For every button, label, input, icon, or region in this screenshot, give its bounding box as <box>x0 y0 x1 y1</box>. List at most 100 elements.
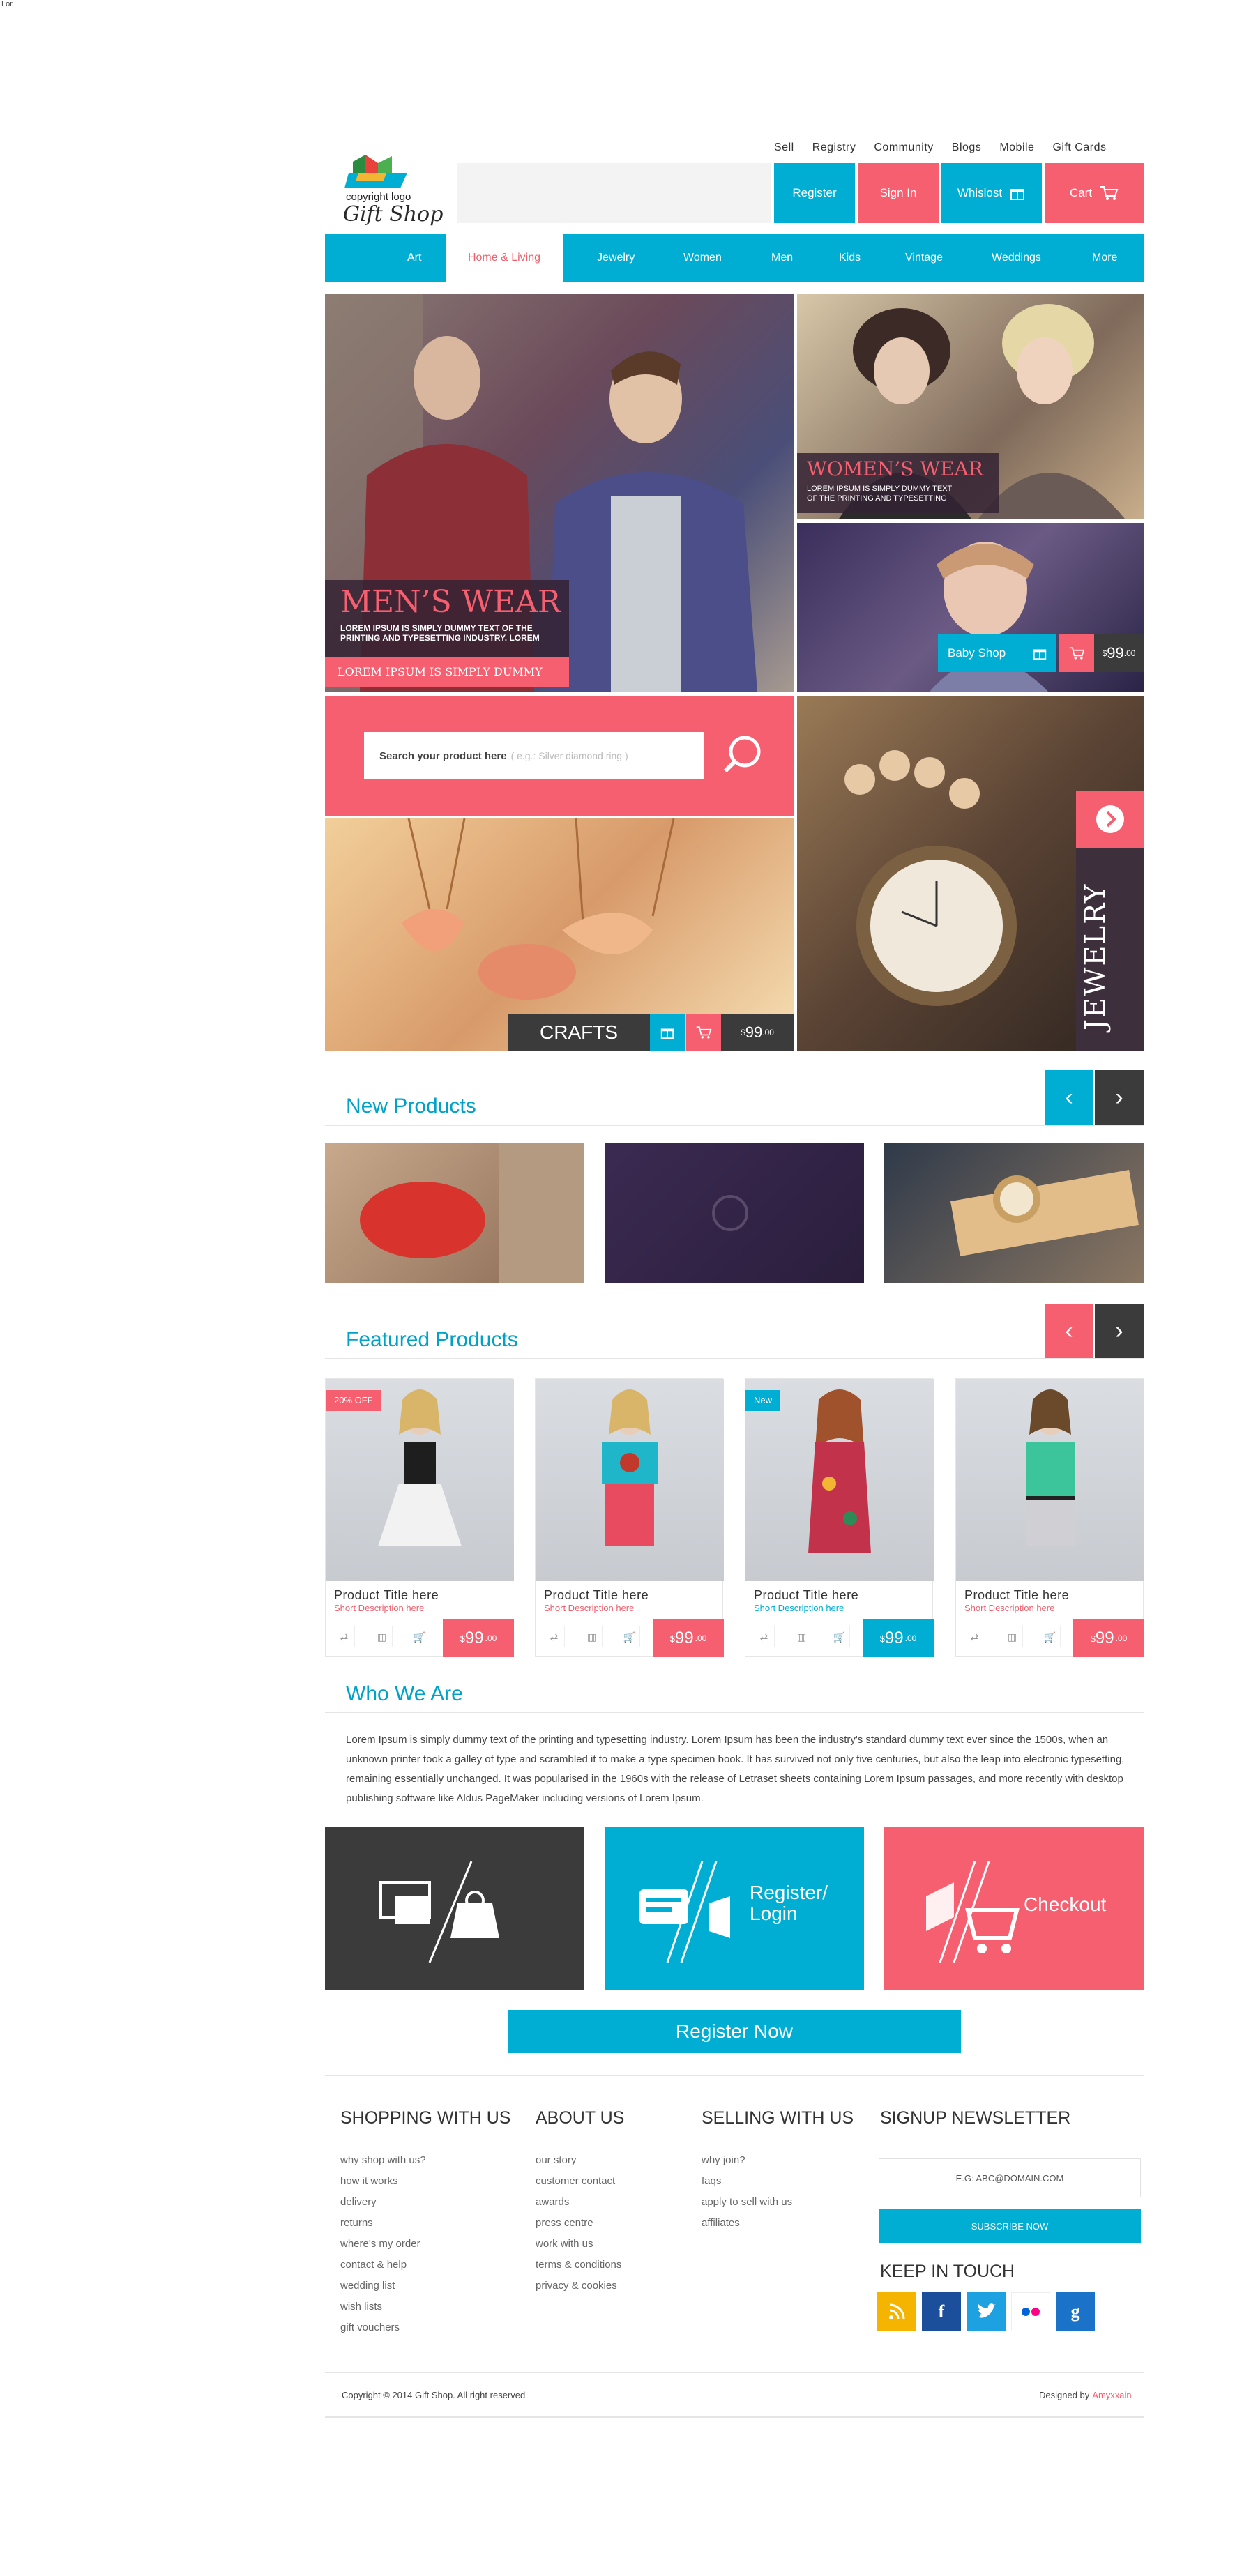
footer-link[interactable]: wish lists <box>340 2301 426 2322</box>
compare-icon[interactable]: ⇄ <box>544 1626 565 1647</box>
new-badge: New <box>745 1390 781 1411</box>
product-card[interactable]: 20% OFF Product Title here Short Descrip… <box>325 1378 514 1657</box>
product-card[interactable]: New Product Title here Short Description… <box>745 1378 934 1657</box>
nav-home-living[interactable]: Home & Living <box>446 234 563 282</box>
product-actions: ⇄ ▥ 🛒 $99.00 <box>745 1619 934 1657</box>
footer-link[interactable]: how it works <box>340 2175 426 2196</box>
cart-icon[interactable]: 🛒 <box>409 1626 430 1647</box>
product-photo <box>956 1379 1144 1581</box>
baby-shop-banner[interactable]: Baby Shop $99.00 <box>797 523 1144 692</box>
cart-icon[interactable]: 🛒 <box>619 1626 640 1647</box>
google-icon[interactable]: g <box>1056 2292 1095 2331</box>
top-link-community[interactable]: Community <box>874 142 933 154</box>
top-link-sell[interactable]: Sell <box>774 142 794 154</box>
designer-link[interactable]: Amyxxain <box>1092 2390 1131 2400</box>
nav-weddings[interactable]: Weddings <box>992 234 1041 282</box>
footer-link[interactable]: work with us <box>536 2238 621 2259</box>
footer-link[interactable]: returns <box>340 2217 426 2238</box>
footer-link[interactable]: awards <box>536 2196 621 2217</box>
footer-link[interactable]: wedding list <box>340 2280 426 2301</box>
cart-button[interactable]: Cart <box>1045 163 1144 223</box>
main-nav: Art Home & Living Jewelry Women Men Kids… <box>325 234 1144 282</box>
nav-more[interactable]: More <box>1092 234 1117 282</box>
register-login-tile[interactable]: Register/ Login <box>605 1827 864 1990</box>
register-button[interactable]: Register <box>774 163 855 223</box>
flickr-icon[interactable] <box>1011 2292 1050 2331</box>
nav-vintage[interactable]: Vintage <box>905 234 943 282</box>
featured-next-button[interactable]: › <box>1095 1304 1144 1358</box>
register-now-button[interactable]: Register Now <box>508 2010 961 2053</box>
compare-icon[interactable]: ⇄ <box>964 1626 985 1647</box>
gift-shop-tile[interactable] <box>325 1827 584 1990</box>
crafts-gift-button[interactable] <box>650 1014 685 1051</box>
footer-link[interactable]: customer contact <box>536 2175 621 2196</box>
new-product-1[interactable] <box>325 1143 584 1283</box>
footer-link[interactable]: contact & help <box>340 2259 426 2280</box>
new-product-3[interactable] <box>884 1143 1144 1283</box>
compare-icon[interactable]: ⇄ <box>754 1626 775 1647</box>
search-icon[interactable] <box>717 731 766 779</box>
nav-women[interactable]: Women <box>683 234 722 282</box>
product-price[interactable]: $99.00 <box>653 1619 724 1657</box>
footer-link[interactable]: why join? <box>702 2154 792 2175</box>
new-product-2[interactable] <box>605 1143 864 1283</box>
gift-icon[interactable]: ▥ <box>582 1626 603 1647</box>
header-search-area[interactable] <box>457 163 771 223</box>
sign-in-button[interactable]: Sign In <box>858 163 939 223</box>
product-price[interactable]: $99.00 <box>443 1619 514 1657</box>
footer-link[interactable]: faqs <box>702 2175 792 2196</box>
footer-link[interactable]: our story <box>536 2154 621 2175</box>
product-description: Short Description here <box>544 1603 635 1613</box>
footer-link[interactable]: press centre <box>536 2217 621 2238</box>
newsletter-email-input[interactable]: E.G: ABC@DOMAIN.COM <box>879 2158 1141 2197</box>
footer-link[interactable]: why shop with us? <box>340 2154 426 2175</box>
top-link-registry[interactable]: Registry <box>812 142 856 154</box>
footer-link[interactable]: gift vouchers <box>340 2322 426 2342</box>
crafts-cart-button[interactable] <box>686 1014 721 1051</box>
jewelry-banner[interactable]: JEWELRY <box>797 696 1144 1051</box>
product-price[interactable]: $99.00 <box>1073 1619 1144 1657</box>
gift-icon[interactable]: ▥ <box>372 1626 393 1647</box>
footer-link[interactable]: delivery <box>340 2196 426 2217</box>
twitter-icon[interactable] <box>967 2292 1006 2331</box>
cart-icon[interactable]: 🛒 <box>1040 1626 1061 1647</box>
footer-link[interactable]: where's my order <box>340 2238 426 2259</box>
cart-icon[interactable]: 🛒 <box>829 1626 850 1647</box>
rss-icon[interactable] <box>877 2292 916 2331</box>
product-card[interactable]: Product Title here Short Description her… <box>955 1378 1144 1657</box>
facebook-icon[interactable]: f <box>922 2292 961 2331</box>
gift-icon[interactable]: ▥ <box>791 1626 812 1647</box>
mens-wear-banner[interactable]: MEN’S WEAR LOREM IPSUM IS SIMPLY DUMMY T… <box>325 294 794 692</box>
logo[interactable]: copyright logo Gift Shop <box>338 148 449 231</box>
featured-prev-button[interactable]: ‹ <box>1045 1304 1093 1358</box>
footer-link[interactable]: privacy & cookies <box>536 2280 621 2301</box>
nav-kids[interactable]: Kids <box>839 234 861 282</box>
new-products-prev-button[interactable]: ‹ <box>1045 1070 1093 1125</box>
subscribe-button[interactable]: SUBSCRIBE NOW <box>879 2209 1141 2243</box>
new-products-next-button[interactable]: › <box>1095 1070 1144 1125</box>
footer-link[interactable]: affiliates <box>702 2217 792 2238</box>
product-search-input[interactable]: Search your product here ( e.g.: Silver … <box>364 732 704 779</box>
register-tile-label: Register/ Login <box>750 1882 828 1924</box>
gift-icon[interactable]: ▥ <box>1002 1626 1023 1647</box>
top-link-gift-cards[interactable]: Gift Cards <box>1052 142 1106 154</box>
top-link-blogs[interactable]: Blogs <box>952 142 982 154</box>
crafts-banner[interactable]: CRAFTS $99.00 <box>325 818 794 1051</box>
product-price[interactable]: $99.00 <box>863 1619 934 1657</box>
nav-art[interactable]: Art <box>407 234 421 282</box>
checkout-tile[interactable]: Checkout <box>884 1827 1144 1990</box>
wishlist-button[interactable]: Whislost <box>941 163 1042 223</box>
nav-men[interactable]: Men <box>771 234 793 282</box>
baby-gift-button[interactable] <box>1022 634 1056 672</box>
cart-icon <box>696 1026 712 1039</box>
gift-icon <box>660 1028 674 1039</box>
baby-price: $99.00 <box>1094 634 1144 672</box>
top-link-mobile[interactable]: Mobile <box>999 142 1034 154</box>
womens-wear-banner[interactable]: WOMEN’S WEAR LOREM IPSUM IS SIMPLY DUMMY… <box>797 294 1144 519</box>
footer-link[interactable]: terms & conditions <box>536 2259 621 2280</box>
footer-link[interactable]: apply to sell with us <box>702 2196 792 2217</box>
nav-jewelry[interactable]: Jewelry <box>597 234 635 282</box>
compare-icon[interactable]: ⇄ <box>334 1626 355 1647</box>
product-card[interactable]: Product Title here Short Description her… <box>535 1378 724 1657</box>
baby-cart-button[interactable] <box>1059 634 1094 672</box>
